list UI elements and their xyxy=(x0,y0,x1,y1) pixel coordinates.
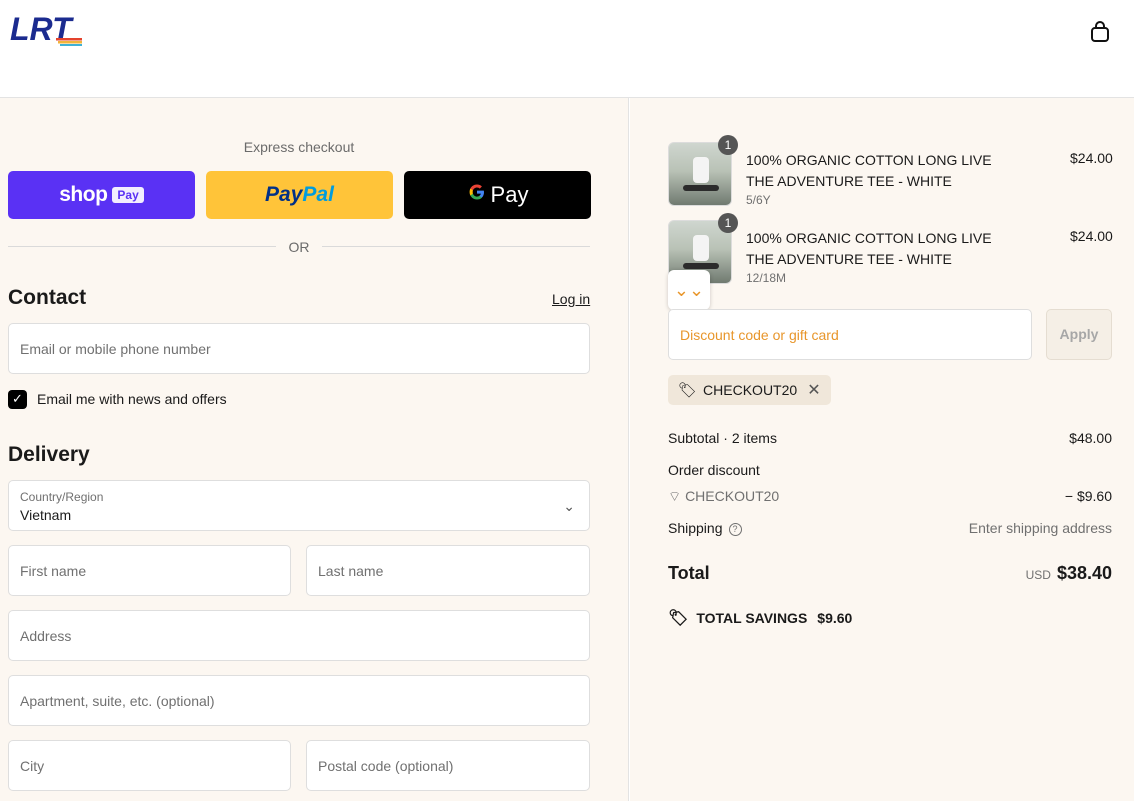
item-name: 100% ORGANIC COTTON LONG LIVE THE ADVENT… xyxy=(746,230,992,267)
google-g-icon xyxy=(467,182,487,208)
total-value: $38.40 xyxy=(1056,563,1112,583)
quantity-badge: 1 xyxy=(718,135,738,155)
first-name-field[interactable]: First name xyxy=(8,545,291,596)
item-price: $24.00 xyxy=(1070,150,1113,166)
apartment-field[interactable]: Apartment, suite, etc. (optional) xyxy=(8,675,590,726)
chevron-down-icon: ⌄ xyxy=(563,498,575,514)
store-logo[interactable]: LRT xyxy=(10,10,100,46)
order-discount-code-row: ⌔ CHECKOUT20 − $9.60 xyxy=(668,488,1112,506)
order-discount-code: CHECKOUT20 xyxy=(685,488,780,504)
apply-button[interactable]: Apply xyxy=(1046,309,1112,360)
quantity-badge: 1 xyxy=(718,213,738,233)
shop-pay-word: shop xyxy=(59,183,108,206)
paypal-logo: PayPal xyxy=(265,183,334,206)
shop-pay-badge: Pay xyxy=(112,187,144,203)
total-currency: USD xyxy=(1025,568,1051,582)
newsletter-checkbox-row[interactable]: ✓ Email me with news and offers xyxy=(8,389,227,409)
delivery-title: Delivery xyxy=(8,443,90,466)
discount-placeholder: Discount code or gift card xyxy=(680,327,839,343)
login-link[interactable]: Log in xyxy=(552,291,590,307)
last-name-field[interactable]: Last name xyxy=(306,545,590,596)
checkout-form: Express checkout shop Pay PayPal Pay OR … xyxy=(0,98,629,801)
express-checkout-label: Express checkout xyxy=(243,139,355,155)
country-label: Country/Region xyxy=(20,490,104,504)
google-pay-button[interactable]: Pay xyxy=(404,171,591,219)
item-price: $24.00 xyxy=(1070,228,1113,244)
subtotal-label: Subtotal · 2 items xyxy=(668,430,777,446)
discount-code-field[interactable]: Discount code or gift card xyxy=(668,309,1032,360)
or-divider: OR xyxy=(8,238,590,256)
shipping-value: Enter shipping address xyxy=(968,520,1112,536)
applied-code: CHECKOUT20 xyxy=(703,382,798,398)
savings-value: $9.60 xyxy=(817,610,853,626)
savings-label: TOTAL SAVINGS xyxy=(696,610,808,626)
tag-icon: 🏷 xyxy=(668,610,689,627)
shipping-row: Shipping? Enter shipping address xyxy=(668,520,1112,536)
newsletter-label: Email me with news and offers xyxy=(37,391,227,407)
total-savings-row: 🏷 TOTAL SAVINGS $9.60 xyxy=(668,608,852,628)
tag-icon: ⌔ xyxy=(668,488,686,504)
scroll-down-icon[interactable]: ⌄⌄ xyxy=(668,270,710,310)
order-discount-row: Order discount xyxy=(668,462,1112,478)
or-label: OR xyxy=(288,239,310,255)
address-placeholder: Address xyxy=(20,628,72,644)
shopping-bag-icon[interactable] xyxy=(1088,20,1112,44)
city-field[interactable]: City xyxy=(8,740,291,791)
item-name: 100% ORGANIC COTTON LONG LIVE THE ADVENT… xyxy=(746,152,992,189)
total-row: Total USD $38.40 xyxy=(668,563,1112,589)
shop-pay-button[interactable]: shop Pay xyxy=(8,171,195,219)
total-label: Total xyxy=(668,563,710,583)
subtotal-value: $48.00 xyxy=(1069,430,1112,446)
applied-discount-chip: 🏷 CHECKOUT20 ✕ xyxy=(668,375,831,405)
first-name-placeholder: First name xyxy=(20,563,87,579)
order-summary: 1 100% ORGANIC COTTON LONG LIVE THE ADVE… xyxy=(630,98,1134,801)
contact-title: Contact xyxy=(8,286,87,309)
postal-code-field[interactable]: Postal code (optional) xyxy=(306,740,590,791)
paypal-button[interactable]: PayPal xyxy=(206,171,393,219)
country-value: Vietnam xyxy=(20,507,72,523)
email-placeholder: Email or mobile phone number xyxy=(20,341,211,357)
remove-discount-icon[interactable]: ✕ xyxy=(807,380,820,400)
help-icon[interactable]: ? xyxy=(728,523,742,536)
email-field[interactable]: Email or mobile phone number xyxy=(8,323,590,374)
google-pay-word: Pay xyxy=(490,182,529,207)
item-variant: 5/6Y xyxy=(746,193,771,207)
city-placeholder: City xyxy=(20,758,45,774)
newsletter-checkbox[interactable]: ✓ xyxy=(8,389,27,409)
address-field[interactable]: Address xyxy=(8,610,590,661)
country-select[interactable]: Country/Region Vietnam ⌄ xyxy=(8,480,590,531)
header: LRT xyxy=(0,0,1134,98)
subtotal-row: Subtotal · 2 items $48.00 xyxy=(668,430,1112,446)
last-name-placeholder: Last name xyxy=(318,563,384,579)
cart-item: 1 100% ORGANIC COTTON LONG LIVE THE ADVE… xyxy=(668,213,1113,286)
item-variant: 12/18M xyxy=(746,271,787,285)
postal-code-placeholder: Postal code (optional) xyxy=(318,758,454,774)
tag-icon: 🏷 xyxy=(678,382,698,399)
order-discount-label: Order discount xyxy=(668,462,760,478)
apartment-placeholder: Apartment, suite, etc. (optional) xyxy=(20,693,215,709)
shipping-label: Shipping xyxy=(668,520,723,536)
cart-item: 1 100% ORGANIC COTTON LONG LIVE THE ADVE… xyxy=(668,135,1113,208)
logo-text: LRT xyxy=(10,11,74,46)
order-discount-value: − $9.60 xyxy=(1064,488,1112,504)
